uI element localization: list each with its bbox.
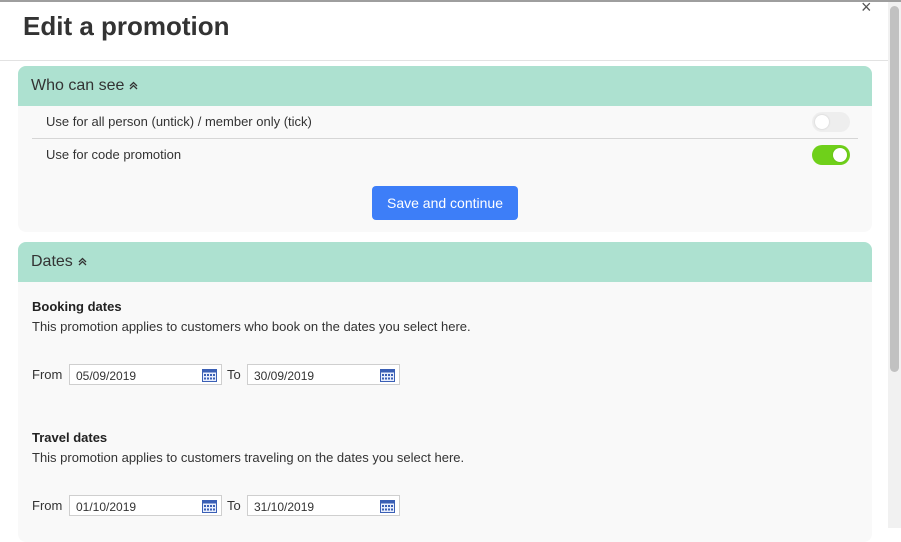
- scrollbar-thumb[interactable]: [890, 6, 899, 372]
- travel-dates-title: Travel dates: [32, 430, 108, 445]
- booking-to-value: 30/09/2019: [254, 369, 315, 383]
- who-can-see-header[interactable]: Who can see: [18, 66, 872, 106]
- who-can-see-panel: Who can see Use for all person (untick) …: [18, 66, 872, 232]
- dates-header[interactable]: Dates: [18, 242, 872, 282]
- option-member-only: Use for all person (untick) / member onl…: [32, 106, 858, 139]
- travel-from-date-input[interactable]: 01/10/2019: [69, 495, 222, 516]
- travel-to-label: To: [227, 498, 241, 513]
- booking-to-date-input[interactable]: 30/09/2019: [247, 364, 400, 385]
- dates-panel: Dates Booking dates This promotion appli…: [18, 242, 872, 542]
- travel-to-value: 31/10/2019: [254, 500, 315, 514]
- travel-dates-description: This promotion applies to customers trav…: [32, 450, 465, 465]
- code-promotion-toggle[interactable]: [812, 145, 850, 165]
- calendar-icon[interactable]: [202, 499, 217, 513]
- booking-from-value: 05/09/2019: [76, 369, 137, 383]
- booking-from-date-input[interactable]: 05/09/2019: [69, 364, 222, 385]
- calendar-icon[interactable]: [202, 368, 217, 382]
- toggle-knob: [815, 115, 829, 129]
- travel-from-value: 01/10/2019: [76, 500, 137, 514]
- chevron-up-double-icon: [78, 255, 87, 269]
- member-only-toggle[interactable]: [812, 112, 850, 132]
- scrollbar[interactable]: [888, 2, 901, 528]
- booking-dates-title: Booking dates: [32, 299, 122, 314]
- booking-dates-description: This promotion applies to customers who …: [32, 319, 471, 334]
- dates-heading: Dates: [31, 253, 73, 270]
- option-member-only-label: Use for all person (untick) / member onl…: [46, 114, 312, 129]
- close-icon[interactable]: ×: [861, 0, 872, 16]
- option-code-promotion-label: Use for code promotion: [46, 147, 182, 162]
- travel-from-label: From: [32, 498, 63, 513]
- who-can-see-heading: Who can see: [31, 77, 125, 94]
- booking-to-label: To: [227, 367, 241, 382]
- toggle-knob: [833, 148, 847, 162]
- calendar-icon[interactable]: [380, 499, 395, 513]
- travel-to-date-input[interactable]: 31/10/2019: [247, 495, 400, 516]
- calendar-icon[interactable]: [380, 368, 395, 382]
- booking-from-label: From: [32, 367, 63, 382]
- dialog-title: Edit a promotion: [23, 11, 230, 41]
- save-and-continue-button[interactable]: Save and continue: [372, 186, 518, 220]
- dialog-header: Edit a promotion: [0, 2, 888, 61]
- option-code-promotion: Use for code promotion: [32, 139, 858, 171]
- chevron-up-double-icon: [129, 79, 138, 93]
